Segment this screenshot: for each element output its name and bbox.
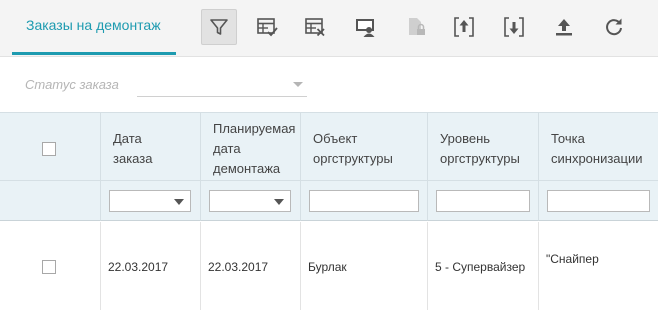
sync-point-value: "Снайпер xyxy=(546,252,599,266)
column-header-sync-point[interactable]: Точка синхронизации xyxy=(539,112,658,180)
column-header-label: Уровень оргструктуры xyxy=(440,131,520,166)
order-date-value: 22.03.2017 xyxy=(108,260,169,274)
order-date-filter[interactable] xyxy=(109,190,191,212)
column-header-label: Дата заказа xyxy=(113,131,153,166)
filter-cell-select xyxy=(0,180,101,221)
download-bracket-button[interactable] xyxy=(496,9,532,45)
chevron-down-icon xyxy=(274,199,284,205)
planned-date-value: 22.03.2017 xyxy=(208,260,269,274)
sync-point-filter[interactable] xyxy=(547,190,650,212)
column-header-org-level[interactable]: Уровень оргструктуры xyxy=(428,112,539,180)
document-lock-icon xyxy=(409,18,425,35)
table-check-icon xyxy=(257,18,278,37)
document-lock-button[interactable] xyxy=(398,9,434,45)
planned-date-cell: 22.03.2017 xyxy=(201,222,301,310)
upload-bracket-button[interactable] xyxy=(446,9,482,45)
filter-cell-org-level xyxy=(428,180,539,221)
chevron-down-icon xyxy=(293,82,303,87)
upload-button[interactable] xyxy=(546,9,582,45)
upload-icon xyxy=(556,19,572,36)
filter-cell-order-date xyxy=(101,180,201,221)
column-header-select xyxy=(0,112,101,180)
table-delete-button[interactable] xyxy=(297,9,333,45)
row-select-cell xyxy=(0,222,101,310)
select-all-checkbox[interactable] xyxy=(42,142,56,156)
column-header-org-object[interactable]: Объект оргструктуры xyxy=(301,112,428,180)
status-filter-select[interactable] xyxy=(137,76,307,97)
org-level-filter[interactable] xyxy=(436,190,530,212)
table-delete-icon xyxy=(305,18,325,37)
orders-grid: Дата заказа Планируемая дата демонтажа О… xyxy=(0,112,658,310)
status-filter-label: Статус заказа xyxy=(25,77,119,92)
filter-cell-org-object xyxy=(301,180,428,221)
user-card-button[interactable] xyxy=(348,9,384,45)
tab-label: Заказы на демонтаж xyxy=(26,17,161,33)
org-object-cell: Бурлак xyxy=(301,222,428,310)
column-header-label: Планируемая дата демонтажа xyxy=(213,121,296,176)
filter-cell-planned-date xyxy=(201,180,301,221)
table-check-button[interactable] xyxy=(249,9,285,45)
toolbar: Заказы на демонтаж xyxy=(0,0,658,57)
refresh-icon xyxy=(606,18,622,36)
row-checkbox[interactable] xyxy=(42,260,56,274)
column-header-planned-date[interactable]: Планируемая дата демонтажа xyxy=(201,112,301,180)
org-object-value: Бурлак xyxy=(308,260,347,274)
download-bracket-icon xyxy=(504,17,524,37)
org-level-cell: 5 - Супервайзер xyxy=(428,222,539,310)
chevron-down-icon xyxy=(174,199,184,205)
filter-icon xyxy=(210,19,228,35)
refresh-button[interactable] xyxy=(596,9,632,45)
filter-panel: Статус заказа xyxy=(0,57,658,112)
upload-bracket-icon xyxy=(454,17,474,37)
order-date-cell: 22.03.2017 xyxy=(101,222,201,310)
org-level-value: 5 - Супервайзер xyxy=(435,260,526,274)
column-header-order-date[interactable]: Дата заказа xyxy=(101,112,201,180)
planned-date-filter[interactable] xyxy=(209,190,291,212)
sync-point-cell: "Снайпер xyxy=(539,222,658,310)
column-header-label: Объект оргструктуры xyxy=(313,131,393,166)
column-header-label: Точка синхронизации xyxy=(551,131,643,166)
filter-cell-sync-point xyxy=(539,180,658,221)
tab-dismantling-orders[interactable]: Заказы на демонтаж xyxy=(12,0,176,55)
user-card-icon xyxy=(356,19,375,37)
filter-button[interactable] xyxy=(201,9,237,45)
org-object-filter[interactable] xyxy=(309,190,419,212)
